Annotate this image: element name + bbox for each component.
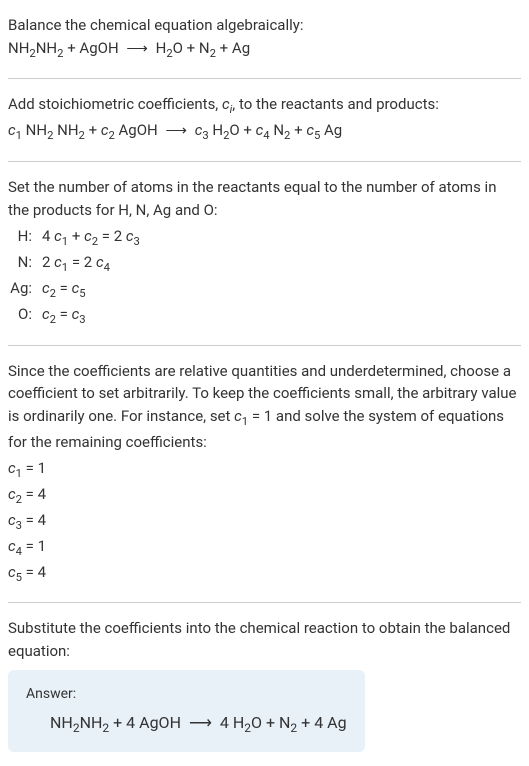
eq-part: H (152, 39, 166, 57)
eq-part: O + (229, 121, 255, 139)
solution-row: c3 = 4 (8, 509, 521, 535)
eq-part: + AgOH (63, 39, 122, 57)
coeff: c (8, 121, 16, 139)
eq-part: H (209, 121, 223, 139)
eq-part: NH (36, 39, 57, 57)
subscript: 2 (290, 722, 297, 736)
eq-part: + (85, 121, 101, 139)
reaction-arrow: ⟶ (189, 711, 212, 735)
text-part: , to the reactants and products: (232, 95, 439, 113)
eq-part: 4 H (216, 713, 244, 732)
reaction-arrow: ⟶ (126, 37, 148, 60)
stoichiometric-equation: c1 NH2 NH2 + c2 AgOH ⟶ c3 H2O + c4 N2 + … (8, 119, 521, 145)
section-atom-balance: Set the number of atoms in the reactants… (8, 161, 521, 335)
coeff: c (306, 121, 314, 139)
atom-balance-table: H: 4 c1 + c2 = 2 c3 N: 2 c1 = 2 c4 Ag: c… (10, 225, 521, 329)
balanced-equation: NH2NH2 + 4 AgOH ⟶ 4 H2O + N2 + 4 Ag (26, 711, 347, 737)
atom-row-ag: Ag: c2 = c5 (10, 277, 521, 303)
solution-row: c1 = 1 (8, 457, 521, 483)
atom-equation: c2 = c5 (42, 277, 86, 303)
result-text: Substitute the coefficients into the che… (8, 617, 521, 662)
eq-part: + Ag (216, 39, 250, 57)
ci-var: c (222, 95, 230, 113)
atom-equation: 4 c1 + c2 = 2 c3 (42, 225, 140, 251)
solution-row: c4 = 1 (8, 535, 521, 561)
atom-equation: 2 c1 = 2 c4 (42, 251, 110, 277)
atom-row-n: N: 2 c1 = 2 c4 (10, 251, 521, 277)
eq-part: NH (50, 713, 73, 732)
atom-balance-text: Set the number of atoms in the reactants… (8, 176, 521, 221)
atom-label: O: (10, 303, 42, 326)
eq-part: NH (22, 121, 47, 139)
solution-row: c2 = 4 (8, 483, 521, 509)
solution-row: c5 = 4 (8, 561, 521, 587)
atom-equation: c2 = c3 (42, 303, 86, 329)
eq-part: O + N (173, 39, 210, 57)
eq-part: + 4 Ag (297, 713, 346, 732)
problem-text: Balance the chemical equation algebraica… (8, 14, 521, 37)
eq-part: NH (80, 713, 103, 732)
coeff: c (234, 407, 242, 425)
coefficients-text: Add stoichiometric coefficients, ci, to … (8, 93, 521, 119)
text-part: Add stoichiometric coefficients, (8, 95, 222, 113)
answer-label: Answer: (26, 684, 347, 705)
section-result: Substitute the coefficients into the che… (8, 602, 521, 757)
unbalanced-equation: NH2NH2 + AgOH ⟶ H2O + N2 + Ag (8, 37, 521, 63)
solve-text: Since the coefficients are relative quan… (8, 360, 521, 453)
section-solve: Since the coefficients are relative quan… (8, 345, 521, 593)
atom-row-o: O: c2 = c3 (10, 303, 521, 329)
eq-part: Ag (320, 121, 342, 139)
section-problem: Balance the chemical equation algebraica… (8, 8, 521, 68)
atom-row-h: H: 4 c1 + c2 = 2 c3 (10, 225, 521, 251)
eq-part: + 4 AgOH (109, 713, 185, 732)
atom-label: H: (10, 225, 42, 248)
eq-part: O + N (251, 713, 290, 732)
subscript: 2 (102, 722, 109, 736)
eq-part: N (270, 121, 284, 139)
atom-label: Ag: (10, 277, 42, 300)
eq-part: + (290, 121, 306, 139)
reaction-arrow: ⟶ (165, 119, 187, 142)
eq-part: AgOH (115, 121, 162, 139)
subscript: 2 (73, 722, 80, 736)
eq-part: NH (53, 121, 78, 139)
atom-label: N: (10, 251, 42, 274)
section-coefficients: Add stoichiometric coefficients, ci, to … (8, 78, 521, 151)
coefficient-solutions: c1 = 1 c2 = 4 c3 = 4 c4 = 1 c5 = 4 (8, 457, 521, 586)
subscript: 2 (244, 722, 251, 736)
eq-part: NH (8, 39, 29, 57)
answer-box: Answer: NH2NH2 + 4 AgOH ⟶ 4 H2O + N2 + 4… (8, 670, 365, 751)
